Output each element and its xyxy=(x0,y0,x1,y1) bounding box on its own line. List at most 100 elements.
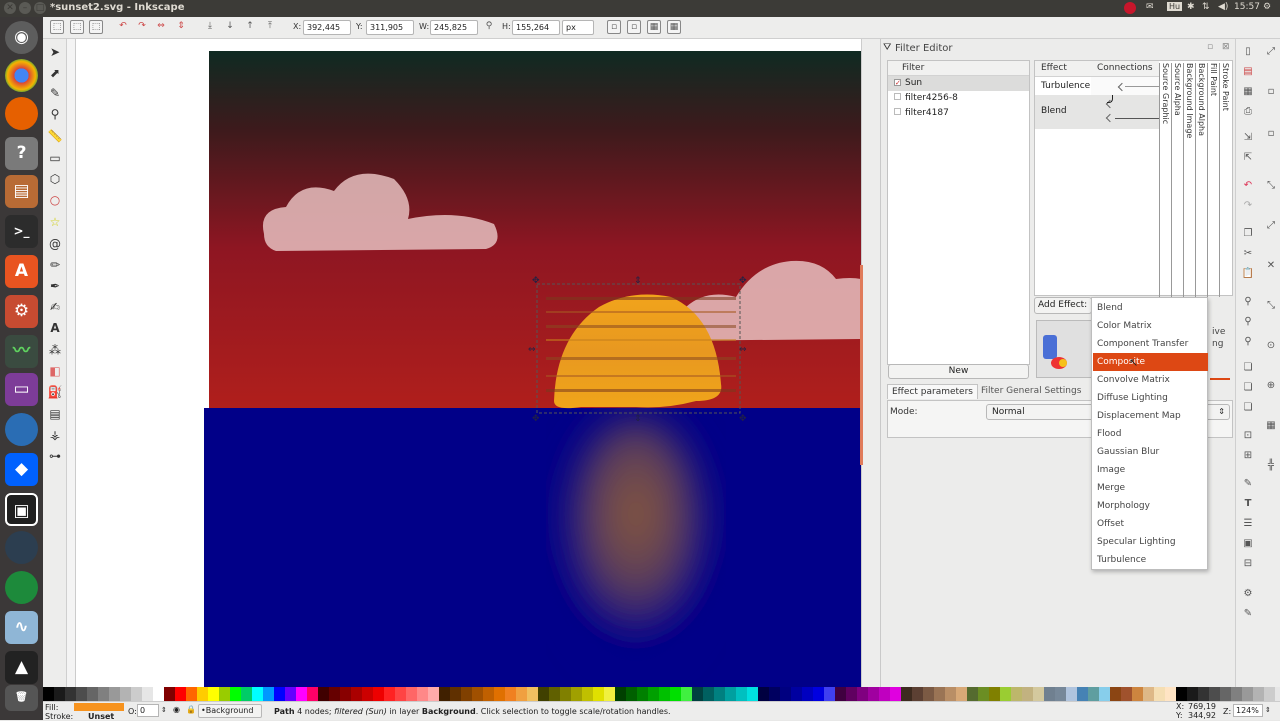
color-palette[interactable] xyxy=(43,687,1280,701)
menu-item-specular-lighting[interactable]: Specular Lighting xyxy=(1093,533,1208,551)
save-icon[interactable]: ▦ xyxy=(1241,85,1255,99)
zoom-input[interactable]: 124% xyxy=(1233,704,1263,717)
dock-iconify-icon[interactable]: ▫ xyxy=(1207,42,1213,52)
unit-select[interactable]: px xyxy=(562,20,594,35)
snap-nodes-icon[interactable]: ⤡ xyxy=(1264,179,1278,193)
select-all-layers-icon[interactable]: ⬚ xyxy=(70,20,84,34)
flip-horizontal-icon[interactable]: ⇔ xyxy=(154,20,168,34)
h-input[interactable]: 155,264 xyxy=(512,20,560,35)
close-window-button[interactable]: ✕ xyxy=(4,2,16,14)
snap-intersections-icon[interactable]: ✕ xyxy=(1264,259,1278,273)
menu-item-image[interactable]: Image xyxy=(1093,461,1208,479)
input-source-alpha[interactable]: Source Alpha xyxy=(1171,63,1182,297)
menu-item-turbulence[interactable]: Turbulence xyxy=(1093,551,1208,569)
dock-close-icon[interactable]: ⊠ xyxy=(1222,42,1230,52)
tab-filter-general-settings[interactable]: Filter General Settings xyxy=(977,384,1085,398)
eraser-tool-icon[interactable]: ◧ xyxy=(46,362,64,380)
palette-swatches[interactable] xyxy=(43,687,1280,701)
display-icon[interactable]: ▭ xyxy=(5,373,38,406)
import-icon[interactable]: ⇲ xyxy=(1241,131,1255,145)
spray-tool-icon[interactable]: ⁂ xyxy=(46,341,64,359)
lower-icon[interactable]: ↓ xyxy=(223,20,237,34)
input-source-graphic[interactable]: Source Graphic xyxy=(1159,63,1170,297)
ellipse-tool-icon[interactable]: ○ xyxy=(46,191,64,209)
3d-box-tool-icon[interactable]: ⬡ xyxy=(46,170,64,188)
firefox-icon[interactable] xyxy=(5,97,38,130)
preferences-icon[interactable]: ⚙ xyxy=(1241,587,1255,601)
pencil-tool-icon[interactable]: ✏ xyxy=(46,256,64,274)
inkscape-icon[interactable]: ▲ xyxy=(5,651,38,684)
effect-row-turbulence[interactable]: Turbulence xyxy=(1035,79,1096,94)
chrome-icon[interactable] xyxy=(5,59,38,92)
zoom-drawing-icon[interactable]: ⚲ xyxy=(1241,315,1255,329)
opacity-input[interactable]: 0 xyxy=(137,704,159,717)
input-background-image[interactable]: Background Image xyxy=(1183,63,1194,297)
bluetooth-icon[interactable]: ✱ xyxy=(1187,2,1195,12)
menu-item-merge[interactable]: Merge xyxy=(1093,479,1208,497)
w-input[interactable]: 245,825 xyxy=(430,20,478,35)
new-filter-button[interactable]: New xyxy=(888,364,1029,379)
select-all-icon[interactable]: ⬚ xyxy=(50,20,64,34)
align-icon[interactable]: ⊟ xyxy=(1241,557,1255,571)
print-icon[interactable]: ⎙ xyxy=(1241,105,1255,119)
snap-centers-icon[interactable]: ⊙ xyxy=(1264,339,1278,353)
snap-midpoints-icon[interactable]: ⤡ xyxy=(1264,299,1278,313)
maximize-window-button[interactable]: □ xyxy=(34,2,46,14)
rectangle-tool-icon[interactable]: ▭ xyxy=(46,149,64,167)
measure-tool-icon[interactable]: 📏 xyxy=(46,127,64,145)
scale-stroke-icon[interactable]: ▫ xyxy=(607,20,621,34)
raise-to-top-icon[interactable]: ⤒ xyxy=(263,20,277,34)
menu-item-component-transfer[interactable]: Component Transfer xyxy=(1093,335,1208,353)
new-document-icon[interactable]: ▯ xyxy=(1241,45,1255,59)
menu-item-morphology[interactable]: Morphology xyxy=(1093,497,1208,515)
globe-app-icon[interactable] xyxy=(5,571,38,604)
clone-icon[interactable]: ❏ xyxy=(1241,381,1255,395)
opacity-spin-icon[interactable]: ⇕ xyxy=(161,706,167,714)
clock[interactable]: 15:57 xyxy=(1234,2,1260,12)
snap-guide-icon[interactable]: ╬ xyxy=(1264,459,1278,473)
dash-icon[interactable]: ◉ xyxy=(5,21,38,54)
x-input[interactable]: 392,445 xyxy=(303,20,351,35)
sphere-app-icon[interactable] xyxy=(5,531,38,564)
input-stroke-paint[interactable]: Stroke Paint xyxy=(1219,63,1230,297)
text-tool-icon[interactable]: A xyxy=(46,319,64,337)
transform-gradients-icon[interactable]: ▦ xyxy=(647,20,661,34)
input-fill-paint[interactable]: Fill Paint xyxy=(1207,63,1218,297)
menu-item-composite[interactable]: Composite xyxy=(1093,353,1208,371)
dropbox-icon[interactable]: ◆ xyxy=(5,453,38,486)
snap-paths-icon[interactable]: ⤢ xyxy=(1264,219,1278,233)
unlink-clone-icon[interactable]: ❏ xyxy=(1241,401,1255,415)
lock-icon[interactable]: ⚲ xyxy=(482,20,496,34)
selector-tool-icon[interactable]: ➤ xyxy=(46,43,64,61)
connector-tool-icon[interactable]: ⊶ xyxy=(46,447,64,465)
rotate-ccw-icon[interactable]: ↶ xyxy=(116,20,130,34)
vertical-scrollbar[interactable] xyxy=(860,39,880,687)
turbulence-connection[interactable] xyxy=(1091,77,1159,95)
system-monitor-icon[interactable]: 〰 xyxy=(5,335,38,368)
calligraphy-tool-icon[interactable]: ✍ xyxy=(46,298,64,316)
raise-icon[interactable]: ↑ xyxy=(243,20,257,34)
ungroup-icon[interactable]: ⊞ xyxy=(1241,449,1255,463)
filter-checkbox[interactable] xyxy=(894,93,901,100)
tab-effect-parameters[interactable]: Effect parameters xyxy=(887,384,978,399)
filter-checkbox-checked-icon[interactable]: ✓ xyxy=(894,79,901,87)
layer-visibility-icon[interactable]: ◉ xyxy=(173,705,180,714)
keyboard-indicator[interactable]: Hu xyxy=(1167,2,1183,11)
group-icon[interactable]: ⊡ xyxy=(1241,429,1255,443)
node-tool-icon[interactable]: ⬈ xyxy=(46,64,64,82)
bucket-tool-icon[interactable]: ⛽ xyxy=(46,383,64,401)
minimize-window-button[interactable]: – xyxy=(19,2,31,14)
effect-row-blend[interactable]: Blend xyxy=(1035,104,1073,119)
flip-vertical-icon[interactable]: ⇕ xyxy=(174,20,188,34)
menu-item-flood[interactable]: Flood xyxy=(1093,425,1208,443)
fill-swatch[interactable] xyxy=(74,703,124,711)
volume-icon[interactable]: ◀) xyxy=(1218,2,1228,12)
undo-icon[interactable]: ↶ xyxy=(1241,179,1255,193)
layer-lock-icon[interactable]: 🔒 xyxy=(186,705,196,714)
menu-item-diffuse-lighting[interactable]: Diffuse Lighting xyxy=(1093,389,1208,407)
dropper-tool-icon[interactable]: ⚶ xyxy=(46,426,64,444)
zoom-page-icon[interactable]: ⚲ xyxy=(1241,335,1255,349)
monitor-app-icon[interactable]: ∿ xyxy=(5,611,38,644)
mail-icon[interactable]: ✉ xyxy=(1146,2,1154,12)
text-font-icon[interactable]: T xyxy=(1241,497,1255,511)
